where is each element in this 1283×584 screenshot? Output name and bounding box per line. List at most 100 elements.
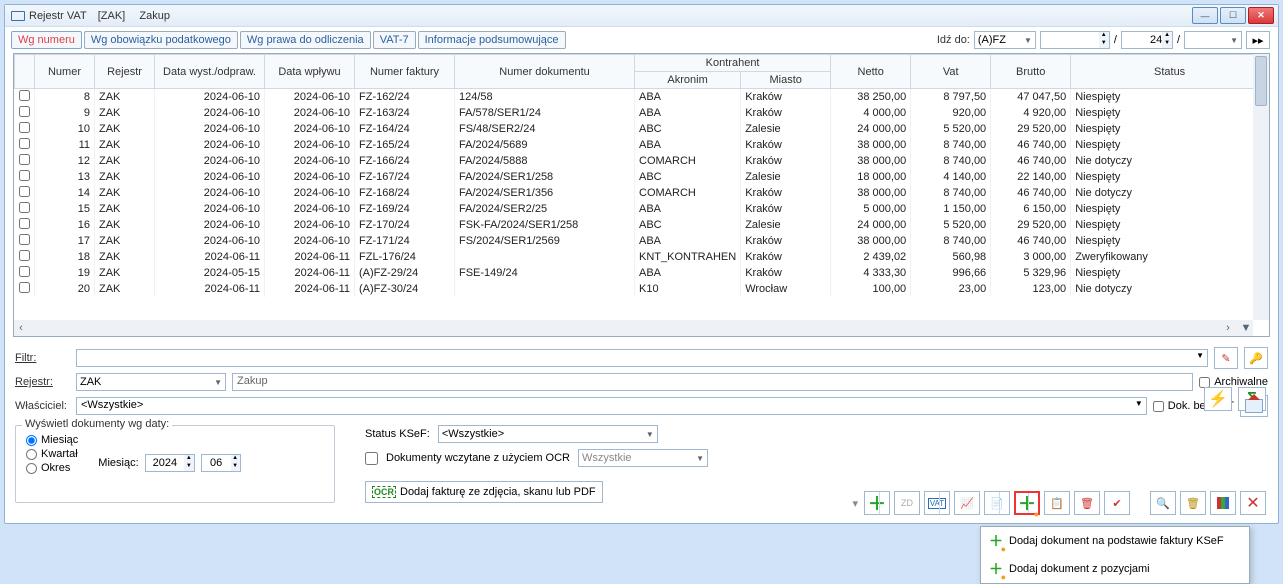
filter-key-button[interactable]: 🔑 [1244,347,1268,369]
rejestr-label: Rejestr: [15,376,70,388]
table-row[interactable]: 13ZAK 2024-06-102024-06-10 FZ-167/24FA/2… [15,169,1269,185]
col-kontrahent[interactable]: Kontrahent [635,55,831,72]
table-row[interactable]: 8ZAK 2024-06-102024-06-10 FZ-162/24124/5… [15,89,1269,106]
row-checkbox[interactable] [19,170,30,181]
lens-icon: 🔍 [1156,497,1170,510]
row-checkbox[interactable] [19,90,30,101]
archiwalne-checkbox[interactable] [1199,377,1210,388]
tab-wg-numeru[interactable]: Wg numeru [11,31,82,49]
table-row[interactable]: 9ZAK 2024-06-102024-06-10 FZ-163/24FA/57… [15,105,1269,121]
row-checkbox[interactable] [19,234,30,245]
check-button[interactable]: ✔ [1104,491,1130,515]
row-checkbox[interactable] [19,282,30,293]
maximize-button[interactable]: ☐ [1220,7,1246,24]
col-numer[interactable]: Numer [35,55,95,89]
doc-button[interactable]: 📄 [984,491,1010,515]
row-checkbox[interactable] [19,266,30,277]
radio-okres[interactable] [26,463,37,474]
row-checkbox[interactable] [19,138,30,149]
ksef-select[interactable]: <Wszystkie>▼ [438,425,658,443]
table-row[interactable]: 18ZAK 2024-06-112024-06-11 FZL-176/24 KN… [15,249,1269,265]
menu-add-pozycjami[interactable]: ＋Dodaj dokument z pozycjami [981,555,1249,583]
col-rejestr[interactable]: Rejestr [95,55,155,89]
goto-spin-1[interactable]: ▲▼ [1040,31,1110,49]
check-icon: ✔ [1112,497,1121,510]
goto-select-1[interactable]: (A)FZ▼ [974,31,1036,49]
table-row[interactable]: 20ZAK 2024-06-112024-06-11 (A)FZ-30/24 K… [15,281,1269,297]
row-checkbox[interactable] [19,250,30,261]
filter-edit-button[interactable]: ✎ [1214,347,1238,369]
month-input[interactable]: ▲▼ [201,454,241,472]
chart-button[interactable]: 📈 [954,491,980,515]
tab-odliczenia[interactable]: Wg prawa do odliczenia [240,31,371,49]
note-button[interactable]: 📋 [1044,491,1070,515]
vat-button[interactable]: VAT [924,491,950,515]
col-akronim[interactable]: Akronim [635,72,741,89]
chart-icon: 📈 [960,497,974,510]
bolt-button[interactable]: ⚡ [1204,387,1232,411]
minimize-button[interactable]: — [1192,7,1218,24]
main-window: Rejestr VAT [ZAK] Zakup — ☐ ✕ Wg numeru … [4,4,1279,524]
table-row[interactable]: 10ZAK 2024-06-102024-06-10 FZ-164/24FS/4… [15,121,1269,137]
add-special-button[interactable]: ＋ [1014,491,1040,515]
row-checkbox[interactable] [19,202,30,213]
add-button[interactable]: ＋ [864,491,890,515]
window-reg-code: [ZAK] [98,10,126,22]
col-check[interactable] [15,55,35,89]
ocr-select[interactable]: Wszystkie▼ [578,449,708,467]
bars-button[interactable] [1210,491,1236,515]
row-checkbox[interactable] [19,122,30,133]
doc-icon: 📄 [990,497,1004,510]
trash-icon: 🗑 [1186,497,1200,510]
bezvat-checkbox[interactable] [1153,401,1164,412]
col-brutto[interactable]: Brutto [991,55,1071,89]
bin-button[interactable]: 🗑 [1074,491,1100,515]
ocr-add-button[interactable]: OCR Dodaj fakturę ze zdjęcia, skanu lub … [365,481,603,503]
tab-vat7[interactable]: VAT-7 [373,31,416,49]
table-row[interactable]: 14ZAK 2024-06-102024-06-10 FZ-168/24FA/2… [15,185,1269,201]
table-row[interactable]: 12ZAK 2024-06-102024-06-10 FZ-166/24FA/2… [15,153,1269,169]
goto-select-2[interactable]: ▼ [1184,31,1242,49]
col-numer-dokumentu[interactable]: Numer dokumentu [455,55,635,89]
table-row[interactable]: 19ZAK 2024-05-152024-06-11 (A)FZ-29/24FS… [15,265,1269,281]
table-row[interactable]: 17ZAK 2024-06-102024-06-10 FZ-171/24FS/2… [15,233,1269,249]
filter-input[interactable]: ▼ [76,349,1208,367]
table-row[interactable]: 11ZAK 2024-06-102024-06-10 FZ-165/24FA/2… [15,137,1269,153]
menu-add-ksef[interactable]: ＋Dodaj dokument na podstawie faktury KSe… [981,527,1249,555]
radio-kwartal[interactable] [26,449,37,460]
year-input[interactable]: ▲▼ [145,454,195,472]
trash-button[interactable]: 🗑 [1180,491,1206,515]
goto-go-button[interactable]: ▸▸ [1246,31,1270,49]
wlasciciel-label: Właściciel: [15,400,70,412]
lens-button[interactable]: 🔍 [1150,491,1176,515]
table-row[interactable]: 15ZAK 2024-06-102024-06-10 FZ-169/24FA/2… [15,201,1269,217]
col-netto[interactable]: Netto [831,55,911,89]
zd-button[interactable]: ZD [894,491,920,515]
row-checkbox[interactable] [19,218,30,229]
col-numer-faktury[interactable]: Numer faktury [355,55,455,89]
row-checkbox[interactable] [19,106,30,117]
note-icon: 📋 [1050,497,1064,510]
tab-obowiazku[interactable]: Wg obowiązku podatkowego [84,31,238,49]
pencil-icon: ✎ [1221,352,1230,365]
tab-podsumowujace[interactable]: Informacje podsumowujące [418,31,566,49]
close-button[interactable]: ✕ [1248,7,1274,24]
col-miasto[interactable]: Miasto [741,72,831,89]
radio-miesiac[interactable] [26,435,37,446]
col-vat[interactable]: Vat [911,55,991,89]
plus-special-icon: ＋ [1018,490,1036,516]
col-status[interactable]: Status [1071,55,1269,89]
cancel-button[interactable]: ✕ [1240,491,1266,515]
table-row[interactable]: 16ZAK 2024-06-102024-06-10 FZ-170/24FSK-… [15,217,1269,233]
row-checkbox[interactable] [19,186,30,197]
ocr-checkbox[interactable] [365,452,378,465]
home-icon [1245,399,1263,413]
wlasciciel-select[interactable]: <Wszystkie>▼ [76,397,1147,415]
col-data-wyst[interactable]: Data wyst./odpraw. [155,55,265,89]
goto-spin-2[interactable]: ▲▼ [1121,31,1173,49]
scrollbar-horizontal[interactable]: ‹›▼ [14,320,1253,336]
row-checkbox[interactable] [19,154,30,165]
rejestr-select[interactable]: ZAK▼ [76,373,226,391]
scrollbar-vertical[interactable] [1253,54,1269,320]
col-data-wplywu[interactable]: Data wpływu [265,55,355,89]
